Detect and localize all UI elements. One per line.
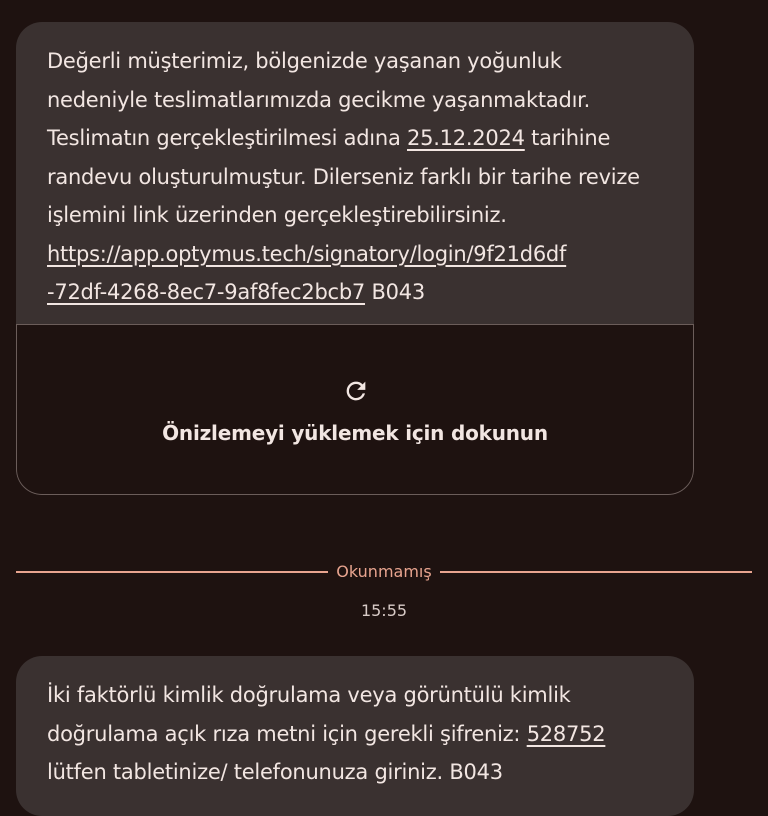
message-bubble[interactable]: Değerli müşterimiz, bölgenizde yaşanan y…: [16, 22, 694, 495]
url-link-part[interactable]: https://app.optymus.tech/signatory/login…: [47, 242, 566, 266]
date-link[interactable]: 25.12.2024: [407, 126, 525, 150]
message-text: İki faktörlü kimlik doğrulama veya görün…: [16, 656, 694, 792]
divider-line-left: [16, 571, 328, 573]
message-text: Değerli müşterimiz, bölgenizde yaşanan y…: [16, 22, 694, 312]
refresh-icon: [346, 381, 366, 401]
message-suffix: B043: [365, 280, 425, 304]
message-text-part: lütfen tabletinize/ telefonunuza giriniz…: [47, 760, 503, 784]
url-link[interactable]: https://app.optymus.tech/signatory/login…: [47, 242, 566, 305]
url-link-part[interactable]: -72df-4268-8ec7-9af8fec2bcb7: [47, 280, 365, 304]
unread-divider: Okunmamış: [16, 562, 752, 582]
code-link[interactable]: 528752: [527, 722, 606, 746]
divider-line-right: [440, 571, 752, 573]
unread-label: Okunmamış: [336, 562, 432, 581]
preview-label: Önizlemeyi yüklemek için dokunun: [162, 421, 548, 445]
timestamp: 15:55: [360, 601, 408, 620]
link-preview-card[interactable]: Önizlemeyi yüklemek için dokunun: [16, 324, 694, 495]
message-bubble[interactable]: İki faktörlü kimlik doğrulama veya görün…: [16, 656, 694, 816]
message-text-part: İki faktörlü kimlik doğrulama veya görün…: [47, 683, 571, 746]
